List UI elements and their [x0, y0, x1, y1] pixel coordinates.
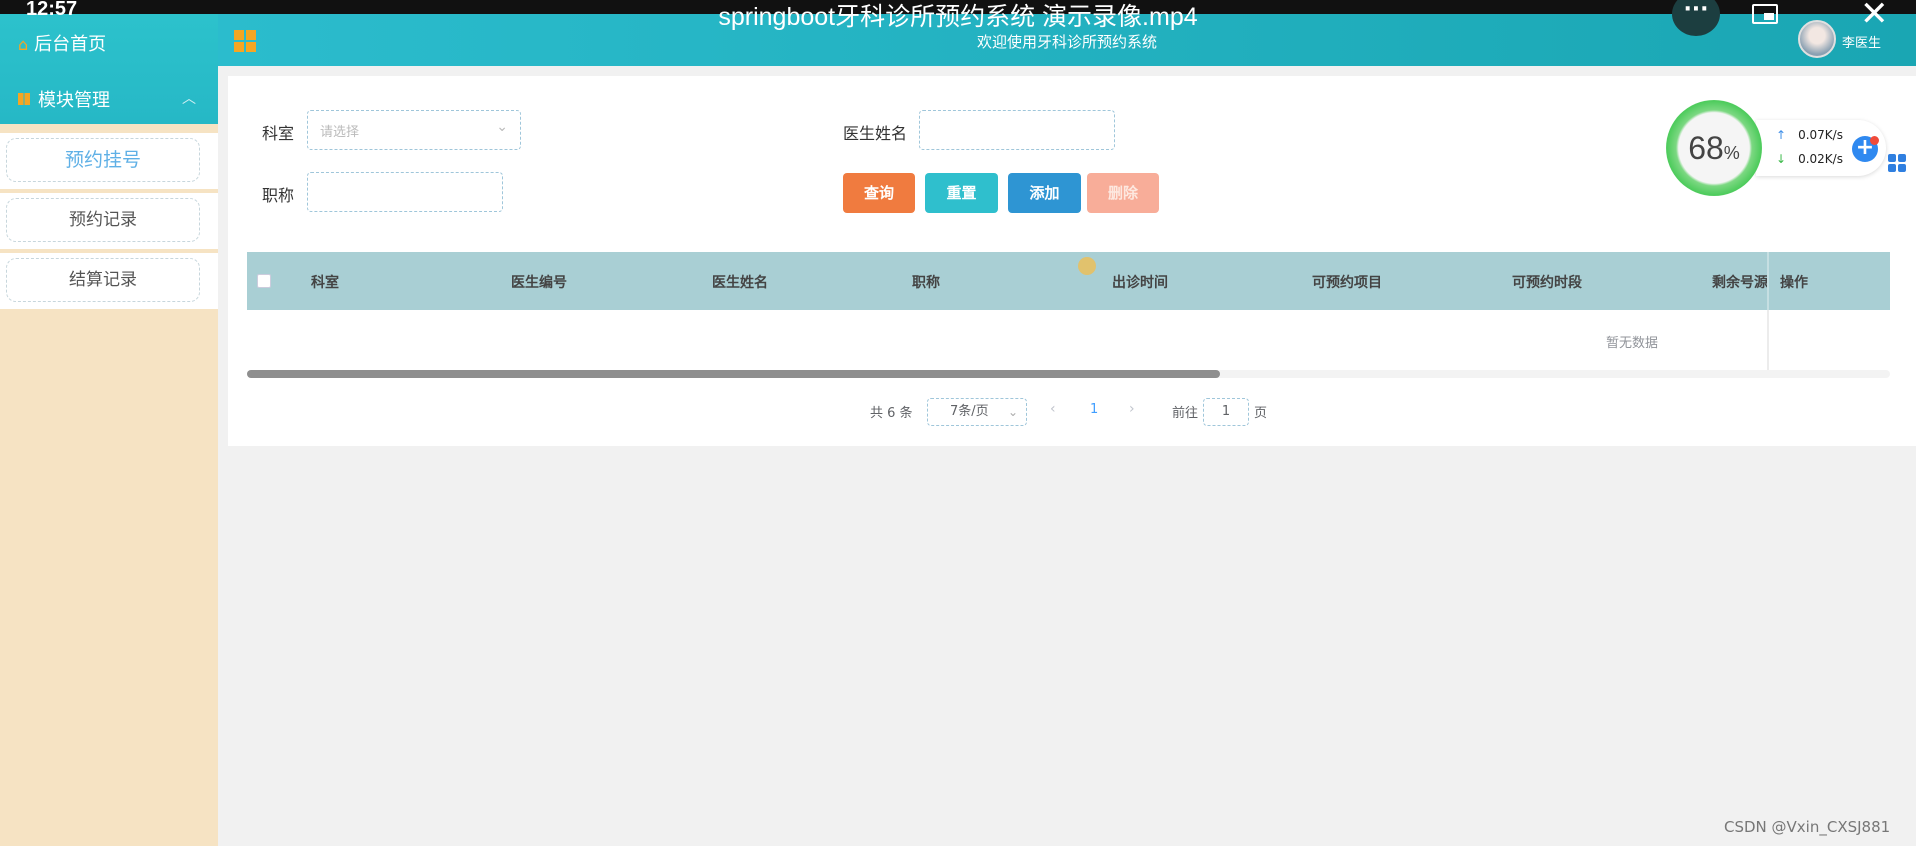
next-page-icon[interactable]: ›	[1129, 401, 1135, 417]
reset-button[interactable]: 重置	[925, 173, 998, 213]
title-input[interactable]	[307, 172, 503, 212]
video-title: springboot牙科诊所预约系统 演示录像.mp4	[718, 3, 1198, 31]
column-header-bookable-slots: 可预约时段	[1512, 275, 1582, 291]
sidebar-subitem-wrap: 预约挂号	[0, 133, 218, 189]
apps-icon[interactable]	[1888, 154, 1906, 172]
home-icon: ⌂	[18, 35, 29, 54]
fixed-column-shadow	[1767, 310, 1769, 376]
title-label: 职称	[262, 186, 295, 205]
welcome-text: 欢迎使用牙科诊所预约系统	[976, 33, 1157, 51]
department-placeholder: 请选择	[320, 125, 360, 140]
memory-gauge-value: 68%	[1688, 130, 1740, 166]
watermark-text: CSDN @Vxin_CXSJ881	[1724, 818, 1891, 836]
prev-page-icon[interactable]: ‹	[1050, 401, 1056, 417]
chevron-down-icon: ⌄	[1007, 405, 1018, 419]
notification-dot	[1870, 136, 1879, 145]
sidebar-module-label: 模块管理	[38, 90, 110, 111]
column-header-title: 职称	[912, 275, 940, 291]
memory-gauge: 68%	[1666, 100, 1762, 196]
column-header-bookable-items: 可预约项目	[1312, 275, 1382, 291]
column-header-doctor-name: 医生姓名	[712, 275, 768, 291]
goto-page-input[interactable]: 1	[1203, 398, 1249, 426]
sidebar-subitem-wrap: 预约记录	[0, 193, 218, 249]
chevron-up-icon: ︿	[182, 91, 196, 107]
sidebar-item-appointment-records[interactable]: 预约记录	[6, 198, 200, 242]
sidebar-subitem-wrap: 结算记录	[0, 253, 218, 309]
page-size-value: 7条/页	[950, 404, 989, 419]
sidebar: ⌂ 后台首页 模块管理 ︿ 预约挂号 预约记录 结算记录	[0, 0, 218, 846]
horizontal-scrollbar-thumb[interactable]	[247, 370, 1220, 378]
user-name[interactable]: 李医生	[1842, 32, 1881, 51]
arrow-up-icon: ↑	[1776, 128, 1787, 142]
add-button[interactable]: 添加	[1008, 173, 1081, 213]
fixed-column-divider	[1767, 252, 1769, 310]
arrow-down-icon: ↓	[1776, 152, 1787, 166]
column-header-visit-time: 出诊时间	[1112, 275, 1168, 291]
chevron-down-icon: ⌄	[496, 119, 508, 135]
column-header-actions: 操作	[1780, 275, 1808, 291]
page-suffix-label: 页	[1254, 406, 1268, 421]
goto-label: 前往	[1172, 406, 1199, 421]
upload-speed-value: 0.07K/s	[1798, 128, 1843, 142]
doctor-name-label: 医生姓名	[843, 124, 908, 143]
select-all-checkbox[interactable]	[257, 274, 271, 288]
upload-speed: ↑ 0.07K/s	[1776, 128, 1843, 142]
column-header-remaining-slots: 剩余号源	[1712, 275, 1768, 291]
column-header-doctor-id: 医生编号	[511, 275, 567, 291]
module-icon	[18, 93, 30, 105]
table-header: 科室 医生编号 医生姓名 职称 出诊时间 可预约项目 可预约时段 剩余号源 操作	[247, 252, 1890, 310]
sidebar-item-module-management[interactable]: 模块管理 ︿	[18, 86, 202, 112]
department-select[interactable]: 请选择 ⌄	[307, 110, 521, 150]
delete-button[interactable]: 删除	[1087, 173, 1159, 213]
department-label: 科室	[262, 124, 295, 143]
picture-in-picture-icon[interactable]	[1752, 4, 1778, 24]
download-speed-value: 0.02K/s	[1798, 152, 1843, 166]
query-button[interactable]: 查询	[843, 173, 915, 213]
page-number-current[interactable]: 1	[1090, 402, 1098, 417]
sidebar-home-label: 后台首页	[34, 34, 107, 55]
page-size-select[interactable]: 7条/页 ⌄	[927, 398, 1027, 426]
cursor-highlight	[1078, 257, 1096, 275]
close-icon[interactable]: ✕	[1860, 0, 1889, 34]
empty-data-text: 暂无数据	[1606, 336, 1659, 351]
doctor-name-input[interactable]	[919, 110, 1115, 150]
download-speed: ↓ 0.02K/s	[1776, 152, 1843, 166]
sidebar-item-appointment[interactable]: 预约挂号	[6, 138, 200, 182]
sidebar-item-settlement-records[interactable]: 结算记录	[6, 258, 200, 302]
pagination-total: 共 6 条	[870, 406, 913, 421]
column-header-department: 科室	[311, 275, 339, 291]
